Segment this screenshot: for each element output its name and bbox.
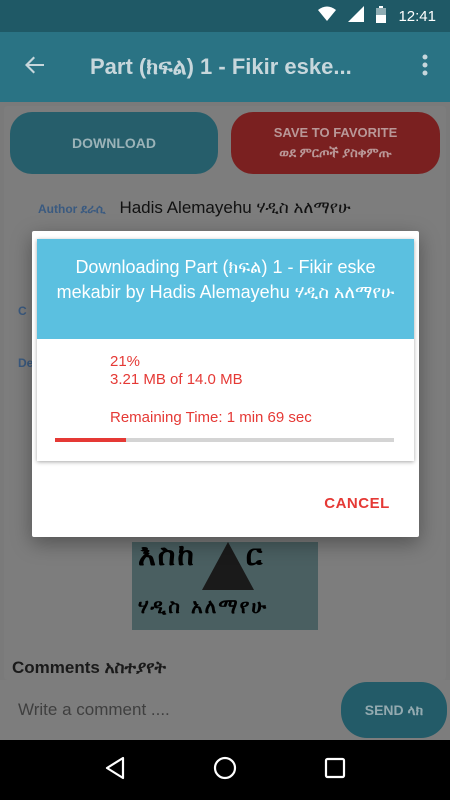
progress-bar [55, 438, 394, 442]
status-bar: 12:41 [0, 0, 450, 32]
arrow-back-icon [24, 54, 46, 80]
progress-fill [55, 438, 127, 442]
nav-back-button[interactable] [85, 740, 145, 800]
download-sizes: 3.21 MB of 14.0 MB [110, 371, 243, 388]
comments-title: Comments አስተያየት [12, 658, 167, 677]
save-favorite-label-am: ወደ ምርጦች ያስቀምጡ [279, 145, 392, 160]
send-button[interactable]: SEND ላክ [341, 682, 447, 738]
comment-bar: Write a comment .... SEND ላክ [0, 680, 450, 740]
nav-recents-button[interactable] [305, 740, 365, 800]
nav-home-icon [213, 756, 237, 784]
cover-title-text-right: ር [245, 542, 265, 573]
signal-icon [348, 6, 365, 26]
author-value: Hadis Alemayehu ሃዲስ አለማየሁ [119, 198, 351, 217]
dialog-title: Downloading Part (ክፍል) 1 - Fikir eske me… [37, 239, 414, 339]
download-card: Downloading Part (ክፍል) 1 - Fikir eske me… [37, 239, 414, 461]
app-bar: Part (ክፍል) 1 - Fikir eske... [0, 32, 450, 102]
back-button[interactable] [0, 32, 70, 102]
remaining-time: Remaining Time: 1 min 69 sec [110, 409, 312, 426]
more-vert-icon [422, 54, 428, 80]
navigation-bar [0, 740, 450, 800]
page-title: Part (ክፍል) 1 - Fikir eske... [90, 54, 352, 79]
cancel-button[interactable]: CANCEL [320, 489, 394, 517]
cover-title: እስከ ር [132, 542, 318, 573]
save-favorite-label: SAVE TO FAVORITE [273, 125, 398, 140]
author-row: Author ደራሲ Hadis Alemayehu ሃዲስ አለማየሁ [38, 198, 351, 218]
download-percent: 21% [110, 353, 141, 370]
wifi-icon [318, 6, 337, 26]
battery-icon [376, 5, 387, 27]
partial-label-1: C [18, 304, 27, 318]
download-dialog: Downloading Part (ክፍል) 1 - Fikir eske me… [32, 231, 419, 537]
cover-title-text: እስከ [138, 542, 196, 573]
comment-input[interactable]: Write a comment .... [0, 680, 330, 740]
nav-back-icon [104, 756, 126, 784]
overflow-menu-button[interactable] [400, 32, 450, 102]
nav-home-button[interactable] [195, 740, 255, 800]
book-cover: እስከ ር ሃዲስ አለማየሁ [132, 542, 318, 630]
download-button[interactable]: DOWNLOAD [10, 112, 218, 174]
save-favorite-button[interactable]: SAVE TO FAVORITE ወደ ምርጦች ያስቀምጡ [231, 112, 440, 174]
cover-author: ሃዲስ አለማየሁ [138, 594, 269, 618]
author-label: Author ደራሲ [38, 202, 106, 216]
download-progress: 21% 3.21 MB of 14.0 MB Remaining Time: 1… [37, 339, 414, 461]
clock: 12:41 [398, 7, 436, 25]
nav-recents-icon [324, 757, 346, 783]
